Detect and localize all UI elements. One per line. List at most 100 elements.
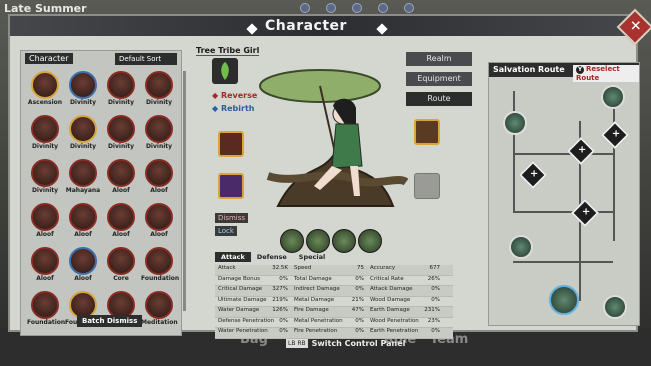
route-locked-node[interactable]: +: [600, 120, 630, 150]
stat-row: Ultimate Damage 219% Metal Damage 21% Wood D…: [215, 296, 453, 307]
character-card[interactable]: Core: [103, 247, 139, 285]
character-card[interactable]: Mahayana: [65, 159, 101, 197]
resource-item: [352, 3, 362, 13]
weapon-equip-slot[interactable]: [218, 131, 244, 157]
character-card[interactable]: Divinity: [65, 115, 101, 153]
stat-value: 0%: [355, 286, 364, 292]
stat-name: Ultimate Damage: [218, 296, 267, 303]
stat-cell: Wood Damage 0%: [367, 297, 443, 307]
talisman-equip-slot[interactable]: [218, 173, 244, 199]
tab-attack[interactable]: Attack: [215, 252, 251, 262]
character-realm-label: Divinity: [31, 143, 59, 150]
stat-value: 0%: [279, 328, 288, 334]
skill-icon[interactable]: [358, 229, 382, 253]
character-card[interactable]: Aloof: [27, 203, 63, 241]
character-card[interactable]: Foundation: [141, 247, 179, 285]
empty-equip-slot[interactable]: [414, 173, 440, 199]
character-realm-label: Aloof: [36, 231, 54, 238]
character-card[interactable]: Divinity: [103, 115, 139, 153]
stat-cell: Fire Penetration 0%: [291, 328, 367, 338]
avatar: [31, 291, 59, 319]
skill-icon[interactable]: [332, 229, 356, 253]
stat-value: 32.5K: [272, 265, 288, 271]
stat-value: 23%: [427, 317, 440, 324]
character-card[interactable]: Divinity: [27, 115, 63, 153]
page-title: Character: [265, 18, 347, 34]
stat-value: 0%: [355, 275, 364, 282]
stat-name: Damage Bonus: [218, 275, 260, 282]
element-leaf-icon: [212, 58, 238, 84]
character-realm-label: Aloof: [36, 275, 54, 282]
character-card[interactable]: Meditation: [141, 291, 178, 329]
tab-equipment[interactable]: Equipment: [406, 72, 472, 86]
stat-cell: Indirect Damage 0%: [291, 286, 367, 296]
stat-name: Total Damage: [294, 275, 332, 282]
stat-cell: Fire Damage 47%: [291, 307, 367, 317]
route-path: [513, 261, 613, 263]
lock-button[interactable]: Lock: [215, 226, 237, 236]
stat-cell: Earth Damage 231%: [367, 307, 443, 317]
route-locked-node[interactable]: +: [570, 198, 600, 228]
character-card[interactable]: Divinity: [65, 71, 101, 109]
route-node[interactable]: [509, 235, 533, 259]
armor-equip-slot[interactable]: [414, 119, 440, 145]
route-node[interactable]: [601, 85, 625, 109]
tab-route[interactable]: Route: [406, 92, 472, 106]
character-card[interactable]: Aloof: [141, 159, 177, 197]
avatar: [69, 247, 97, 275]
character-card[interactable]: Aloof: [27, 247, 63, 285]
route-locked-node[interactable]: +: [518, 160, 548, 190]
stat-cell: Water Penetration 0%: [215, 328, 291, 338]
stat-cell: Damage Bonus 0%: [215, 276, 291, 286]
switch-control-panel[interactable]: LB RB Switch Control Panel: [286, 339, 405, 348]
stat-value: 0%: [431, 328, 440, 334]
character-card[interactable]: Aloof: [141, 203, 177, 241]
stat-row: Damage Bonus 0% Total Damage 0% Critical Rat…: [215, 275, 453, 286]
sort-dropdown[interactable]: Default Sort: [115, 53, 177, 65]
stat-name: Attack Damage: [370, 286, 413, 292]
rebirth-option[interactable]: ◆ Rebirth: [212, 104, 254, 113]
character-card[interactable]: Aloof: [65, 247, 101, 285]
character-realm-label: Aloof: [150, 187, 168, 194]
stat-name: Critical Damage: [218, 286, 263, 292]
character-list-panel: Character Default Sort Ascension Divinity…: [20, 50, 186, 336]
character-card[interactable]: Foundation: [27, 291, 65, 329]
skill-icon[interactable]: [306, 229, 330, 253]
route-node[interactable]: [603, 295, 627, 319]
tab-defense[interactable]: Defense: [251, 252, 293, 262]
dismiss-button[interactable]: Dismiss: [215, 213, 249, 223]
character-realm-label: Divinity: [31, 187, 59, 194]
avatar: [31, 115, 59, 143]
reselect-route-button[interactable]: Y Reselect Route: [573, 65, 639, 82]
lb-rb-key-icon: LB RB: [286, 339, 308, 348]
character-realm-label: Core: [113, 275, 129, 282]
character-card[interactable]: Aloof: [103, 159, 139, 197]
route-node[interactable]: [503, 111, 527, 135]
avatar: [107, 203, 135, 231]
character-realm-label: Divinity: [69, 143, 97, 150]
title-ornament-icon: [246, 23, 258, 35]
route-locked-node[interactable]: +: [566, 136, 596, 166]
resource-item: [326, 3, 336, 13]
list-scrollbar[interactable]: [183, 71, 186, 311]
character-card[interactable]: Aloof: [65, 203, 101, 241]
character-card[interactable]: Aloof: [103, 203, 139, 241]
character-card[interactable]: Divinity: [27, 159, 63, 197]
route-header: Salvation Route Y Reselect Route: [489, 63, 639, 82]
reverse-option[interactable]: ◆ Reverse: [212, 91, 257, 100]
stat-value: 0%: [355, 328, 364, 334]
resource-bar: [300, 3, 414, 13]
route-node-selected[interactable]: [549, 285, 579, 315]
skill-icon[interactable]: [280, 229, 304, 253]
stat-value: 0%: [431, 296, 440, 303]
tab-realm[interactable]: Realm: [406, 52, 472, 66]
character-card[interactable]: Ascension: [27, 71, 63, 109]
stat-name: Water Damage: [218, 307, 260, 313]
y-button-icon: Y: [576, 66, 584, 74]
character-card[interactable]: Divinity: [141, 71, 177, 109]
character-card[interactable]: Divinity: [103, 71, 139, 109]
tab-special[interactable]: Special: [293, 252, 331, 262]
batch-dismiss-button[interactable]: Batch Dismiss: [77, 315, 143, 327]
character-card[interactable]: Divinity: [141, 115, 177, 153]
route-panel: Salvation Route Y Reselect Route + + + +: [488, 62, 640, 326]
